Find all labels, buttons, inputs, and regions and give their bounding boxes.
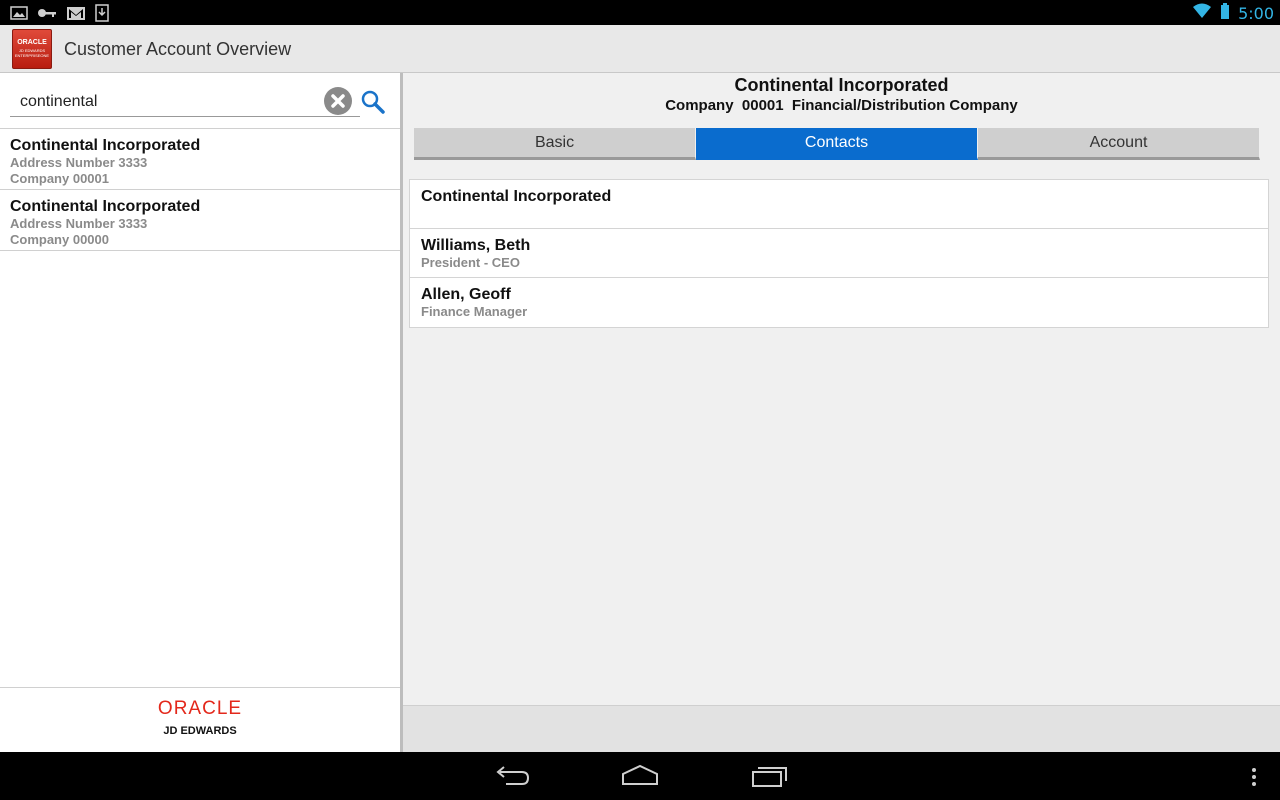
contact-item[interactable]: Continental Incorporated	[410, 180, 1268, 229]
detail-footer	[403, 705, 1280, 752]
contact-role: Finance Manager	[421, 304, 528, 319]
search-pane: Continental Incorporated Address Number …	[0, 73, 400, 752]
result-address: Address Number 3333	[10, 216, 148, 231]
overflow-menu-icon[interactable]	[1244, 760, 1264, 792]
search-icon[interactable]	[360, 89, 386, 115]
tab-bar: Basic Contacts Account	[414, 128, 1260, 160]
contact-name: Williams, Beth	[421, 237, 531, 254]
brand-footer: ORACLE JD EDWARDS	[0, 687, 400, 752]
contacts-list: Continental Incorporated Williams, Beth …	[409, 179, 1269, 328]
recent-apps-icon[interactable]	[750, 760, 790, 792]
result-company: Company 00001	[10, 171, 109, 186]
download-icon	[95, 4, 109, 26]
company-info: Company 00001 Financial/Distribution Com…	[665, 97, 1018, 114]
contact-role: President - CEO	[421, 255, 520, 270]
result-title: Continental Incorporated	[10, 137, 201, 154]
app-logo[interactable]: ORACLE JD EDWARDS ENTERPRISEONE	[12, 29, 52, 69]
app-logo-subtitle: JD EDWARDS ENTERPRISEONE	[14, 48, 50, 58]
contact-item[interactable]: Allen, Geoff Finance Manager	[410, 278, 1268, 327]
clock: 5:00	[1238, 3, 1274, 23]
app-title: Customer Account Overview	[64, 39, 292, 59]
tab-account[interactable]: Account	[978, 128, 1260, 160]
home-icon[interactable]	[620, 760, 660, 792]
navigation-bar	[0, 752, 1280, 800]
result-address: Address Number 3333	[10, 155, 148, 170]
result-company: Company 00000	[10, 232, 109, 247]
status-bar: 5:00	[0, 0, 1280, 25]
action-bar: ORACLE JD EDWARDS ENTERPRISEONE Customer…	[0, 25, 1280, 73]
result-item[interactable]: Continental Incorporated Address Number …	[0, 129, 400, 190]
result-item[interactable]: Continental Incorporated Address Number …	[0, 190, 400, 251]
app-logo-oracle: ORACLE	[17, 39, 47, 46]
contact-name: Allen, Geoff	[421, 286, 511, 303]
jd-edwards-logo: JD EDWARDS	[163, 725, 237, 737]
back-icon[interactable]	[492, 760, 532, 792]
tab-contacts[interactable]: Contacts	[696, 128, 978, 160]
key-icon	[37, 5, 57, 25]
result-title: Continental Incorporated	[10, 198, 201, 215]
detail-pane: Continental Incorporated Company 00001 F…	[403, 73, 1280, 752]
search-bar	[0, 73, 400, 129]
contact-item[interactable]: Williams, Beth President - CEO	[410, 229, 1268, 278]
clear-search-icon[interactable]	[324, 87, 352, 115]
search-input[interactable]	[10, 87, 360, 117]
tab-basic[interactable]: Basic	[414, 128, 696, 160]
gmail-icon	[66, 5, 86, 25]
contact-name: Continental Incorporated	[421, 188, 612, 205]
battery-icon	[1220, 2, 1230, 24]
gallery-icon	[10, 5, 28, 25]
oracle-logo: ORACLE	[157, 698, 243, 719]
wifi-icon	[1192, 2, 1212, 24]
company-name: Continental Incorporated	[734, 75, 949, 95]
